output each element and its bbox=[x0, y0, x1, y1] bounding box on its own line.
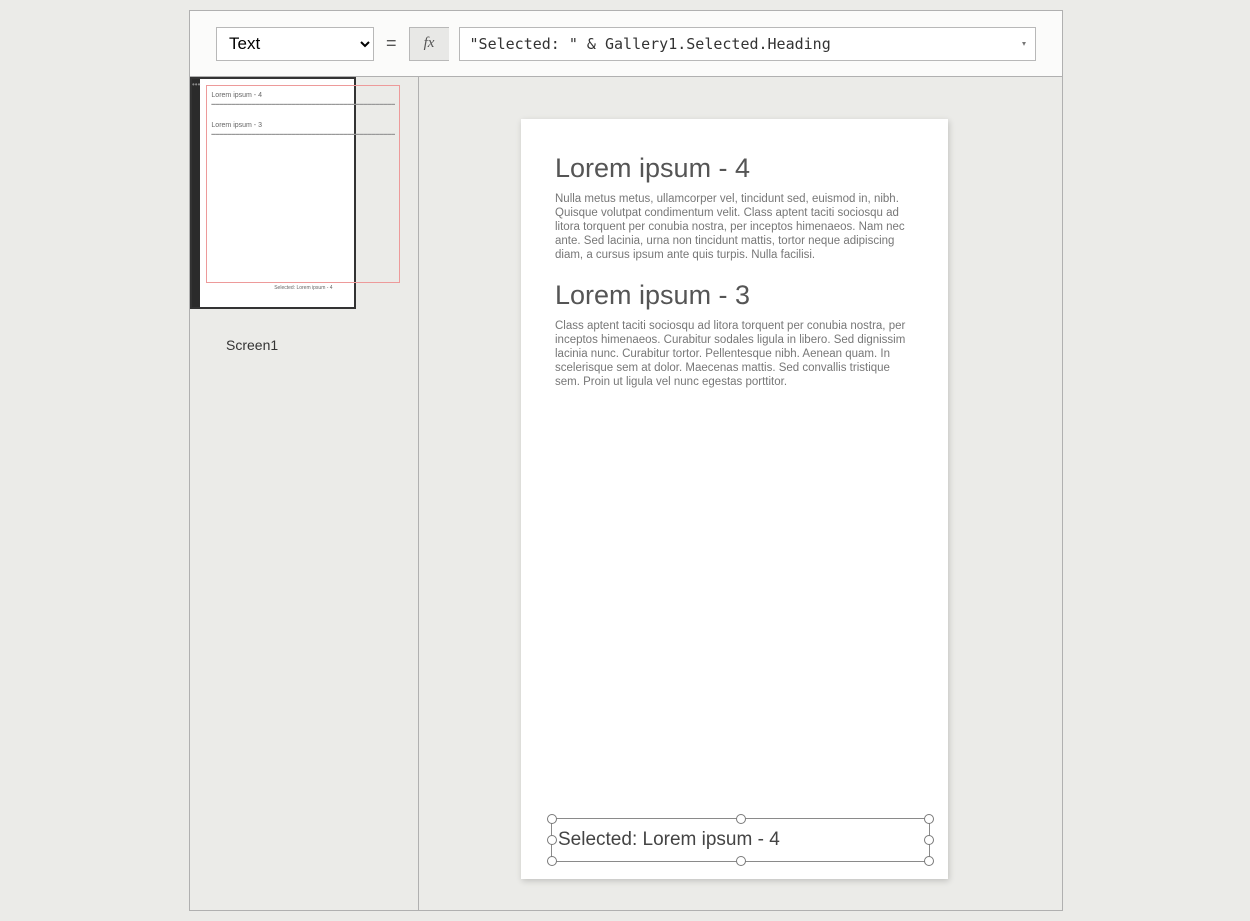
screens-panel: ••• Lorem ipsum - 4 ▬▬▬▬▬▬▬▬▬▬▬▬▬▬▬▬▬▬▬▬… bbox=[190, 77, 419, 910]
thumbnail-heading-2: Lorem ipsum - 3 bbox=[211, 122, 395, 129]
gallery-control[interactable]: Lorem ipsum - 4 Nulla metus metus, ullam… bbox=[521, 119, 948, 389]
gallery-item-body: Nulla metus metus, ullamcorper vel, tinc… bbox=[555, 192, 914, 262]
formula-input[interactable]: "Selected: " & Gallery1.Selected.Heading… bbox=[459, 27, 1036, 61]
thumbnail-selected-label: Selected: Lorem ipsum - 4 bbox=[206, 285, 400, 291]
resize-handle-ml[interactable] bbox=[547, 835, 557, 845]
resize-handle-tr[interactable] bbox=[924, 814, 934, 824]
screen-thumbnail-wrap: ••• Lorem ipsum - 4 ▬▬▬▬▬▬▬▬▬▬▬▬▬▬▬▬▬▬▬▬… bbox=[190, 77, 418, 353]
more-icon: ••• bbox=[192, 83, 200, 87]
fx-button[interactable]: fx bbox=[409, 27, 449, 61]
gallery-item-body: Class aptent taciti sociosqu ad litora t… bbox=[555, 319, 914, 389]
screen-name-label[interactable]: Screen1 bbox=[226, 337, 418, 353]
resize-handle-tm[interactable] bbox=[736, 814, 746, 824]
formula-text: "Selected: " & Gallery1.Selected.Heading bbox=[470, 28, 1025, 60]
selected-label-text: Selected: Lorem ipsum - 4 bbox=[558, 829, 780, 851]
thumbnail-gallery-outline: Lorem ipsum - 4 ▬▬▬▬▬▬▬▬▬▬▬▬▬▬▬▬▬▬▬▬▬▬▬▬… bbox=[206, 85, 400, 283]
thumbnail-heading-1: Lorem ipsum - 4 bbox=[211, 92, 395, 99]
thumbnail-gutter: ••• bbox=[192, 79, 200, 307]
screen-thumbnail[interactable]: ••• Lorem ipsum - 4 ▬▬▬▬▬▬▬▬▬▬▬▬▬▬▬▬▬▬▬▬… bbox=[190, 77, 356, 309]
selected-label-control[interactable]: Selected: Lorem ipsum - 4 bbox=[551, 818, 930, 862]
resize-handle-mr[interactable] bbox=[924, 835, 934, 845]
fx-icon: fx bbox=[424, 35, 435, 52]
thumbnail-body-2: ▬▬▬▬▬▬▬▬▬▬▬▬▬▬▬▬▬▬▬▬▬▬▬▬▬▬▬▬▬▬▬▬▬▬▬▬▬▬▬▬… bbox=[211, 131, 395, 146]
formula-bar: Text = fx "Selected: " & Gallery1.Select… bbox=[190, 11, 1062, 77]
thumbnail-body-1: ▬▬▬▬▬▬▬▬▬▬▬▬▬▬▬▬▬▬▬▬▬▬▬▬▬▬▬▬▬▬▬▬▬▬▬▬▬▬▬▬… bbox=[211, 101, 395, 116]
phone-canvas[interactable]: Lorem ipsum - 4 Nulla metus metus, ullam… bbox=[521, 119, 948, 879]
gallery-item-heading: Lorem ipsum - 4 bbox=[555, 153, 914, 184]
resize-handle-bm[interactable] bbox=[736, 856, 746, 866]
canvas-area[interactable]: Lorem ipsum - 4 Nulla metus metus, ullam… bbox=[419, 77, 1062, 910]
property-dropdown[interactable]: Text bbox=[216, 27, 374, 61]
equals-sign: = bbox=[386, 33, 397, 54]
app-frame: Text = fx "Selected: " & Gallery1.Select… bbox=[189, 10, 1063, 911]
resize-handle-tl[interactable] bbox=[547, 814, 557, 824]
main-body: ••• Lorem ipsum - 4 ▬▬▬▬▬▬▬▬▬▬▬▬▬▬▬▬▬▬▬▬… bbox=[190, 77, 1062, 910]
thumbnail-body: Lorem ipsum - 4 ▬▬▬▬▬▬▬▬▬▬▬▬▬▬▬▬▬▬▬▬▬▬▬▬… bbox=[200, 79, 406, 307]
resize-handle-br[interactable] bbox=[924, 856, 934, 866]
chevron-down-icon[interactable]: ▾ bbox=[1021, 38, 1027, 49]
gallery-item-heading: Lorem ipsum - 3 bbox=[555, 280, 914, 311]
resize-handle-bl[interactable] bbox=[547, 856, 557, 866]
